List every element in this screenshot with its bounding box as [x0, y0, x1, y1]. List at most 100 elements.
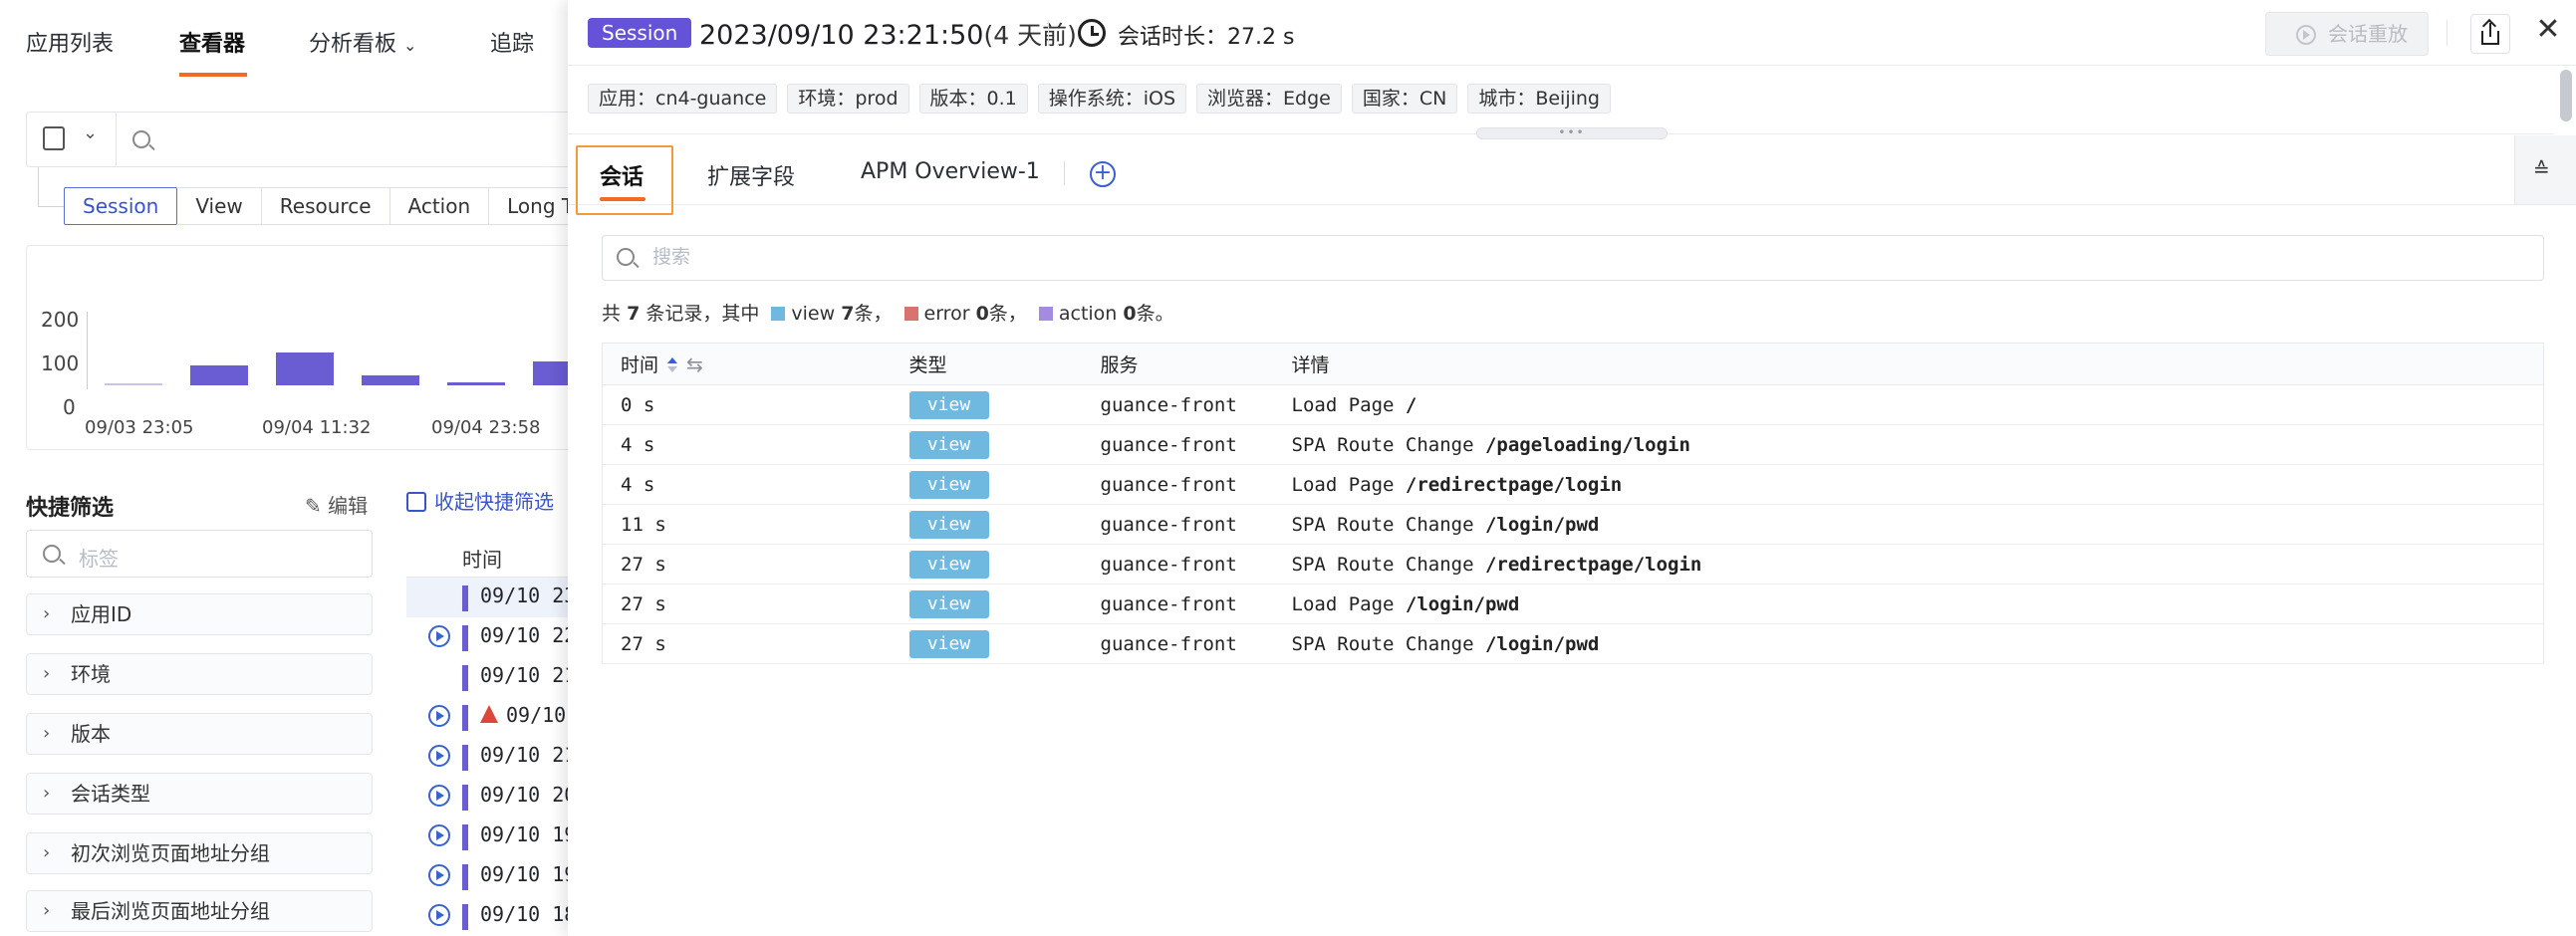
facet-label: 环境	[71, 662, 111, 686]
col-type: 类型	[891, 343, 1083, 385]
table-row[interactable]: 4 s view guance-front Load Page /redirectpa…	[602, 464, 2544, 505]
close-icon: ✕	[2535, 12, 2561, 47]
table-row[interactable]: 11 s view guance-front SPA Route Change /lo…	[602, 504, 2544, 545]
col-time-label: 时间	[621, 354, 659, 376]
play-icon[interactable]	[428, 705, 450, 727]
list-row[interactable]: 09/10	[406, 697, 586, 737]
event-time: 27 s	[602, 623, 892, 664]
quick-filter-search[interactable]: 标签	[26, 530, 373, 578]
quick-filter-edit-button[interactable]: ✎ 编辑	[305, 490, 368, 519]
row-marker	[462, 904, 468, 930]
facet-app-id[interactable]: › 应用ID	[26, 593, 373, 635]
facet-first-page-group[interactable]: › 初次浏览页面地址分组	[26, 832, 373, 874]
tag-browser[interactable]: 浏览器：Edge	[1196, 84, 1342, 114]
event-path: /login/pwd	[1405, 592, 1520, 615]
row-marker	[462, 864, 468, 890]
source-tab-session[interactable]: Session	[64, 187, 178, 225]
source-tab-action[interactable]: Action	[389, 187, 490, 225]
source-tab-resource[interactable]: Resource	[261, 187, 390, 225]
table-row[interactable]: 27 s view guance-front SPA Route Change /re…	[602, 544, 2544, 585]
session-replay-button[interactable]: 会话重放	[2265, 12, 2429, 56]
edit-label: 编辑	[328, 494, 369, 518]
close-button[interactable]: ✕	[2530, 14, 2566, 50]
facet-session-type[interactable]: › 会话类型	[26, 773, 373, 815]
tag-os[interactable]: 操作系统：iOS	[1037, 84, 1187, 114]
event-path: /login/pwd	[1484, 632, 1600, 655]
chevron-right-icon: ›	[43, 663, 51, 684]
play-icon[interactable]	[428, 824, 450, 846]
play-icon[interactable]	[428, 904, 450, 926]
add-tab-button[interactable]: +	[1090, 161, 1116, 187]
play-icon[interactable]	[428, 625, 450, 647]
summary-unit: 条，	[854, 303, 893, 325]
play-icon[interactable]	[428, 745, 450, 767]
tag-version[interactable]: 版本：0.1	[918, 84, 1028, 114]
source-tab-view[interactable]: View	[177, 187, 262, 225]
tag-city[interactable]: 城市：Beijing	[1467, 84, 1611, 114]
row-time: 09/10 18	[480, 902, 577, 926]
summary-total: 7	[627, 303, 641, 325]
chevron-down-icon: ⌄	[83, 122, 99, 143]
col-time[interactable]: 时间 ⇆	[602, 343, 892, 385]
play-icon[interactable]	[428, 864, 450, 886]
nav-app-list[interactable]: 应用列表	[26, 26, 114, 58]
list-row[interactable]: 09/10 20	[406, 777, 586, 817]
plus-icon: +	[1093, 160, 1113, 185]
x-tick: 09/04 11:32	[262, 417, 372, 438]
list-row[interactable]: 09/10 19	[406, 856, 586, 896]
chevron-right-icon: ›	[43, 723, 51, 744]
sort-icon[interactable]	[666, 357, 678, 373]
event-type-badge: view	[908, 550, 989, 579]
list-row[interactable]: 09/10 21	[406, 737, 586, 777]
replay-label: 会话重放	[2328, 22, 2408, 46]
facet-version[interactable]: › 版本	[26, 713, 373, 755]
nav-dashboard[interactable]: 分析看板 ⌄	[309, 26, 416, 58]
table-row[interactable]: 27 s view guance-front SPA Route Change /lo…	[602, 623, 2544, 664]
histogram-bar	[447, 382, 505, 385]
list-row[interactable]: 09/10 19	[406, 817, 586, 856]
query-mode-select[interactable]: ⌄	[27, 113, 117, 166]
header-divider	[1048, 20, 1049, 46]
collapse-side-button[interactable]: ≙	[2514, 135, 2576, 205]
nav-trace[interactable]: 追踪	[490, 26, 534, 58]
explorer-search-bar[interactable]: ⌄	[26, 112, 584, 167]
tab-extended-fields[interactable]: 扩展字段	[707, 159, 795, 191]
table-row[interactable]: 4 s view guance-front SPA Route Change /pag…	[602, 424, 2544, 465]
histogram-bar	[276, 352, 334, 385]
list-row[interactable]: 09/10 18	[406, 896, 586, 936]
list-row[interactable]: 09/10 22	[406, 617, 586, 657]
event-search-box[interactable]	[602, 235, 2544, 281]
tab-apm-overview[interactable]: APM Overview-1	[861, 159, 1040, 184]
scrollbar[interactable]	[2560, 70, 2572, 121]
nav-explorer[interactable]: 查看器	[179, 26, 245, 58]
event-type-badge: view	[908, 629, 989, 658]
facet-label: 最后浏览页面地址分组	[71, 899, 270, 923]
table-row[interactable]: 0 s view guance-front Load Page /	[602, 384, 2544, 425]
row-time: 09/10 19	[480, 862, 577, 886]
share-button[interactable]	[2470, 14, 2510, 54]
event-summary: 共 7 条记录，其中 view 7条， error 0条， action 0条。	[602, 299, 1174, 326]
tag-env[interactable]: 环境：prod	[787, 84, 909, 114]
table-row[interactable]: 27 s view guance-front Load Page /login/pwd	[602, 584, 2544, 624]
list-row[interactable]: 09/10 23	[406, 578, 586, 617]
detail-tabs: 会话 扩展字段 APM Overview-1 +	[568, 135, 2554, 215]
summary-mid: 条记录，其中	[645, 303, 760, 325]
event-type-badge: view	[908, 470, 989, 499]
tab-session[interactable]: 会话	[600, 159, 644, 191]
row-marker	[462, 745, 468, 771]
event-time: 0 s	[602, 384, 892, 425]
facet-env[interactable]: › 环境	[26, 653, 373, 695]
tag-app[interactable]: 应用：cn4-guance	[588, 84, 778, 114]
swap-icon[interactable]: ⇆	[686, 352, 703, 376]
share-arrow-icon	[2489, 23, 2491, 37]
tab-active-underline	[600, 197, 645, 201]
facet-last-page-group[interactable]: › 最后浏览页面地址分组	[26, 890, 373, 932]
collapse-quick-filter-button[interactable]: 收起快捷筛选	[406, 486, 554, 515]
list-header-time: 时间	[462, 548, 502, 572]
col-service: 服务	[1082, 343, 1274, 385]
play-icon[interactable]	[428, 785, 450, 807]
event-search-input[interactable]	[652, 244, 2505, 272]
tag-country[interactable]: 国家：CN	[1351, 84, 1458, 114]
list-row[interactable]: 09/10 21	[406, 657, 586, 697]
row-time: 09/10 21	[480, 663, 577, 687]
